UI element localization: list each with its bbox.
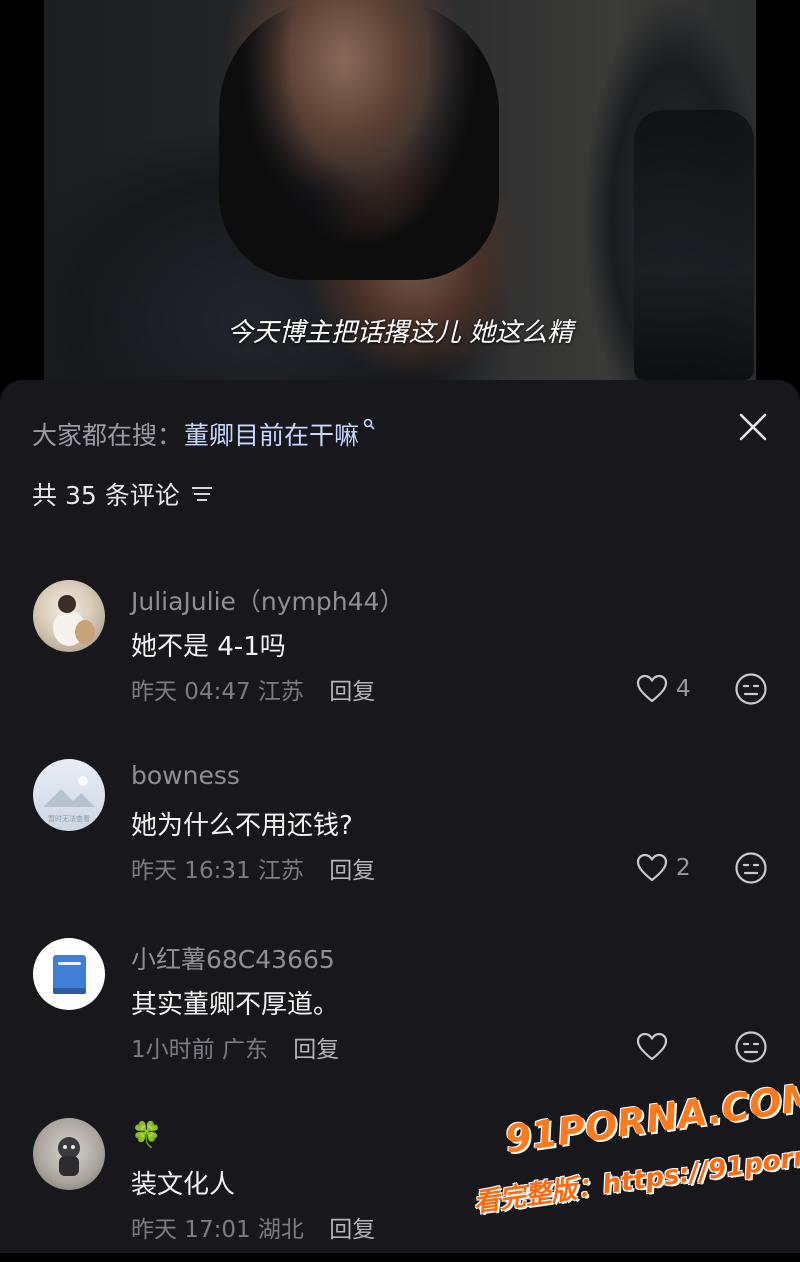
comment-count: 共 35 条评论: [32, 476, 214, 512]
comment-count-label: 共 35 条评论: [32, 481, 180, 510]
reply-button[interactable]: 回复: [329, 679, 375, 705]
comment-meta: 昨天 17:01 湖北 回复: [131, 1210, 375, 1244]
comment-item: 暂时无法查看 bowness 她为什么不用还钱? 昨天 16:31 江苏 回复 …: [0, 759, 800, 929]
avatar-placeholder-image: 暂时无法查看: [43, 776, 95, 823]
avatar-caption: 暂时无法查看: [48, 814, 90, 823]
comment-meta: 昨天 04:47 江苏 回复: [131, 672, 375, 706]
comment-text: 其实董卿不厚道。: [131, 990, 340, 1020]
comment-location: 江苏: [257, 679, 304, 705]
comment-time: 昨天 17:01: [131, 1217, 251, 1243]
emoji-icon[interactable]: [734, 851, 768, 885]
heart-icon: [636, 853, 668, 882]
comment-location: 江苏: [257, 858, 304, 884]
like-button[interactable]: 2: [636, 853, 691, 883]
avatar[interactable]: [33, 938, 105, 1010]
comment-time: 昨天 16:31: [131, 858, 251, 884]
search-icon: [363, 418, 375, 430]
video-subtitle: 今天博主把话撂这儿 她这么精: [226, 318, 574, 348]
comment-text: 她不是 4-1吗: [131, 632, 286, 662]
reply-button[interactable]: 回复: [293, 1037, 339, 1063]
comment-location: 广东: [221, 1037, 268, 1063]
comment-username[interactable]: JuliaJulie（nymph44）: [131, 582, 404, 618]
comment-username[interactable]: 🍀: [131, 1120, 162, 1150]
avatar[interactable]: [33, 1118, 105, 1190]
comment-meta: 1小时前 广东 回复: [131, 1030, 339, 1064]
like-button[interactable]: [636, 1032, 676, 1062]
video-player[interactable]: 今天博主把话撂这儿 她这么精: [0, 0, 800, 400]
comment-username[interactable]: bowness: [131, 761, 240, 790]
search-suggestion-term[interactable]: 董卿目前在干嘛: [184, 416, 359, 452]
book-icon: [53, 955, 86, 994]
sort-icon[interactable]: [190, 484, 214, 504]
heart-icon: [636, 1032, 668, 1061]
reply-button[interactable]: 回复: [329, 858, 375, 884]
comment-location: 湖北: [257, 1217, 304, 1243]
search-suggestion[interactable]: 大家都在搜： 董卿目前在干嘛: [32, 416, 375, 452]
like-count: 2: [676, 855, 691, 881]
comment-time: 1小时前: [131, 1037, 215, 1063]
comment-time: 昨天 04:47: [131, 679, 251, 705]
avatar[interactable]: [33, 580, 105, 652]
comment-username[interactable]: 小红薯68C43665: [131, 940, 335, 976]
avatar[interactable]: 暂时无法查看: [33, 759, 105, 831]
emoji-icon[interactable]: [734, 1030, 768, 1064]
comment-text: 装文化人: [131, 1170, 236, 1200]
search-suggestion-prefix: 大家都在搜：: [32, 421, 183, 450]
like-count: 4: [676, 676, 691, 702]
comment-meta: 昨天 16:31 江苏 回复: [131, 851, 375, 885]
avatar-image: [53, 595, 95, 646]
avatar-image: [58, 1137, 80, 1176]
like-button[interactable]: 4: [636, 674, 691, 704]
reply-button[interactable]: 回复: [329, 1217, 375, 1243]
video-person: [219, 0, 499, 280]
heart-icon: [636, 674, 668, 703]
comment-item: JuliaJulie（nymph44） 她不是 4-1吗 昨天 04:47 江苏…: [0, 580, 800, 750]
close-icon[interactable]: [736, 410, 770, 444]
comment-text: 她为什么不用还钱?: [131, 811, 353, 841]
emoji-icon[interactable]: [734, 672, 768, 706]
